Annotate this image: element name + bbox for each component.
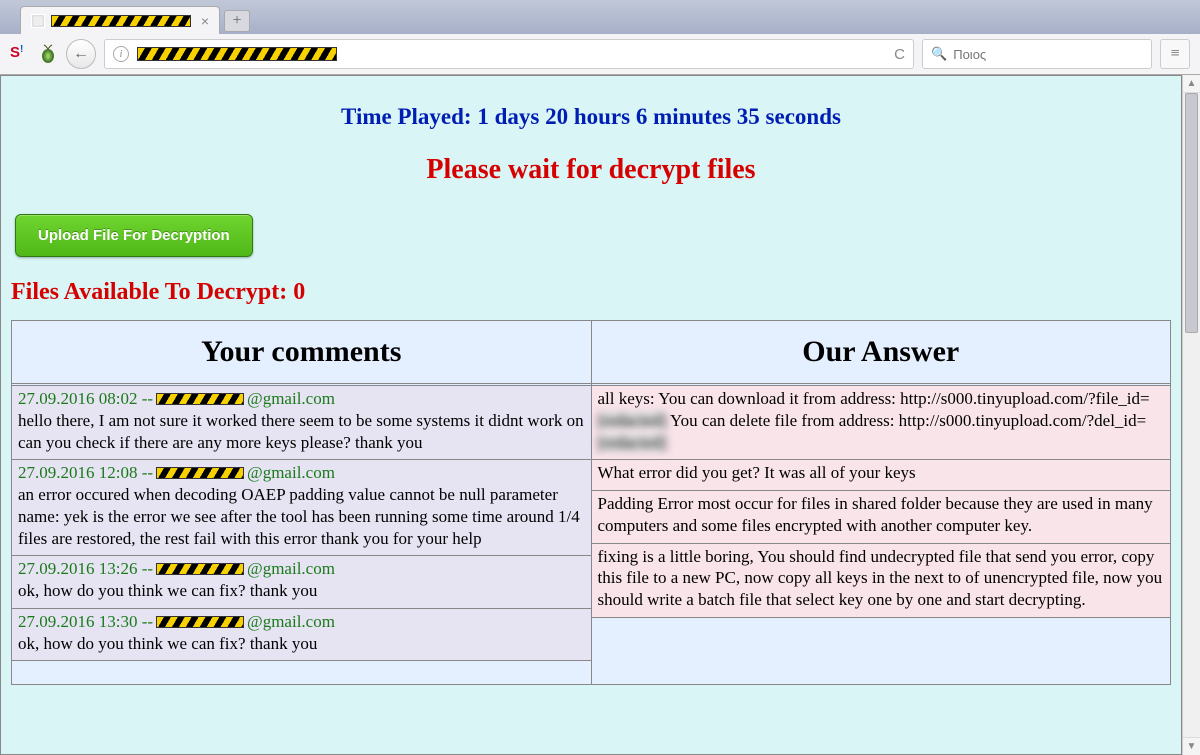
time-played: Time Played: 1 days 20 hours 6 minutes 3…	[1, 76, 1181, 148]
tab-favicon-icon	[31, 14, 45, 28]
answer-body: fixing is a little boring, You should fi…	[598, 546, 1165, 611]
answer-entry: fixing is a little boring, You should fi…	[592, 543, 1171, 618]
answer-entry: Padding Error most occur for files in sh…	[592, 490, 1171, 544]
comments-column: Your comments 27.09.2016 08:02 -- @gmail…	[12, 321, 591, 684]
browser-chrome: × + S ← i C 🔍 ≡	[0, 0, 1200, 75]
hazard-strip-icon	[156, 467, 244, 479]
extension-s-icon[interactable]: S	[10, 44, 30, 64]
files-available: Files Available To Decrypt: 0	[1, 279, 1181, 320]
hazard-strip-icon	[137, 47, 337, 61]
comment-email-suffix: @gmail.com	[247, 388, 335, 410]
comment-body: hello there, I am not sure it worked the…	[18, 410, 585, 454]
back-button[interactable]: ←	[66, 39, 96, 69]
comment-timestamp: 27.09.2016 12:08 --	[18, 462, 153, 484]
hazard-strip-icon	[51, 15, 191, 27]
answer-text: You can delete file from address: http:/…	[666, 411, 1146, 430]
hazard-strip-icon	[156, 563, 244, 575]
comment-entry: 27.09.2016 13:30 -- @gmail.com ok, how d…	[12, 608, 591, 662]
page-content: Time Played: 1 days 20 hours 6 minutes 3…	[0, 75, 1182, 755]
upload-file-button[interactable]: Upload File For Decryption	[15, 214, 253, 257]
comment-email-suffix: @gmail.com	[247, 611, 335, 633]
comment-meta: 27.09.2016 12:08 -- @gmail.com	[18, 462, 585, 484]
hazard-strip-icon	[156, 393, 244, 405]
answer-body: Padding Error most occur for files in sh…	[598, 493, 1165, 537]
search-icon: 🔍	[931, 46, 947, 62]
comment-timestamp: 27.09.2016 13:26 --	[18, 558, 153, 580]
answer-entry: What error did you get? It was all of yo…	[592, 459, 1171, 491]
answer-entry: all keys: You can download it from addre…	[592, 385, 1171, 460]
hazard-strip-icon	[156, 616, 244, 628]
toolbar: S ← i C 🔍 ≡	[0, 34, 1200, 74]
browser-tab[interactable]: ×	[20, 6, 220, 34]
scroll-down-icon[interactable]: ▼	[1183, 737, 1200, 755]
onion-icon[interactable]	[38, 44, 58, 64]
scroll-up-icon[interactable]: ▲	[1183, 75, 1200, 93]
comment-body: ok, how do you think we can fix? thank y…	[18, 633, 585, 655]
comment-meta: 27.09.2016 13:26 -- @gmail.com	[18, 558, 585, 580]
comment-entry: 27.09.2016 08:02 -- @gmail.com hello the…	[12, 385, 591, 460]
comment-body: an error occured when decoding OAEP padd…	[18, 484, 585, 549]
comment-body: ok, how do you think we can fix? thank y…	[18, 580, 585, 602]
scrollbar[interactable]: ▲ ▼	[1182, 75, 1200, 755]
answer-body: all keys: You can download it from addre…	[598, 388, 1165, 453]
files-available-prefix: Files Available To Decrypt:	[11, 279, 293, 305]
site-info-icon[interactable]: i	[113, 46, 129, 62]
comments-header: Your comments	[12, 321, 591, 384]
comment-meta: 27.09.2016 13:30 -- @gmail.com	[18, 611, 585, 633]
redacted-text: [redacted]	[598, 411, 667, 430]
comment-timestamp: 27.09.2016 13:30 --	[18, 611, 153, 633]
answer-body: What error did you get? It was all of yo…	[598, 462, 1165, 484]
answer-text: all keys: You can download it from addre…	[598, 389, 1150, 408]
comments-answers-table: Your comments 27.09.2016 08:02 -- @gmail…	[11, 320, 1171, 685]
answers-list: all keys: You can download it from addre…	[592, 384, 1171, 684]
search-input[interactable]	[953, 47, 1143, 62]
comment-email-suffix: @gmail.com	[247, 558, 335, 580]
comment-entry: 27.09.2016 12:08 -- @gmail.com an error …	[12, 459, 591, 556]
answers-column: Our Answer all keys: You can download it…	[591, 321, 1171, 684]
comment-email-suffix: @gmail.com	[247, 462, 335, 484]
comment-meta: 27.09.2016 08:02 -- @gmail.com	[18, 388, 585, 410]
time-played-prefix: Time Played:	[341, 104, 477, 129]
comments-list: 27.09.2016 08:02 -- @gmail.com hello the…	[12, 384, 591, 684]
new-tab-button[interactable]: +	[224, 10, 250, 32]
comment-entry: 27.09.2016 13:26 -- @gmail.com ok, how d…	[12, 555, 591, 609]
url-bar[interactable]: i C	[104, 39, 914, 69]
content-wrapper: Time Played: 1 days 20 hours 6 minutes 3…	[0, 75, 1200, 755]
wait-message: Please wait for decrypt files	[1, 148, 1181, 210]
tabs-row: × +	[0, 0, 1200, 34]
files-available-count: 0	[293, 279, 305, 305]
time-played-value: 1 days 20 hours 6 minutes 35 seconds	[477, 104, 841, 129]
scroll-thumb[interactable]	[1185, 93, 1198, 333]
tab-close-icon[interactable]: ×	[201, 13, 209, 29]
search-box[interactable]: 🔍	[922, 39, 1152, 69]
comment-timestamp: 27.09.2016 08:02 --	[18, 388, 153, 410]
answers-header: Our Answer	[592, 321, 1171, 384]
redacted-text: [redacted]	[598, 433, 667, 452]
hamburger-menu-button[interactable]: ≡	[1160, 39, 1190, 69]
refresh-icon[interactable]: C	[894, 46, 905, 63]
